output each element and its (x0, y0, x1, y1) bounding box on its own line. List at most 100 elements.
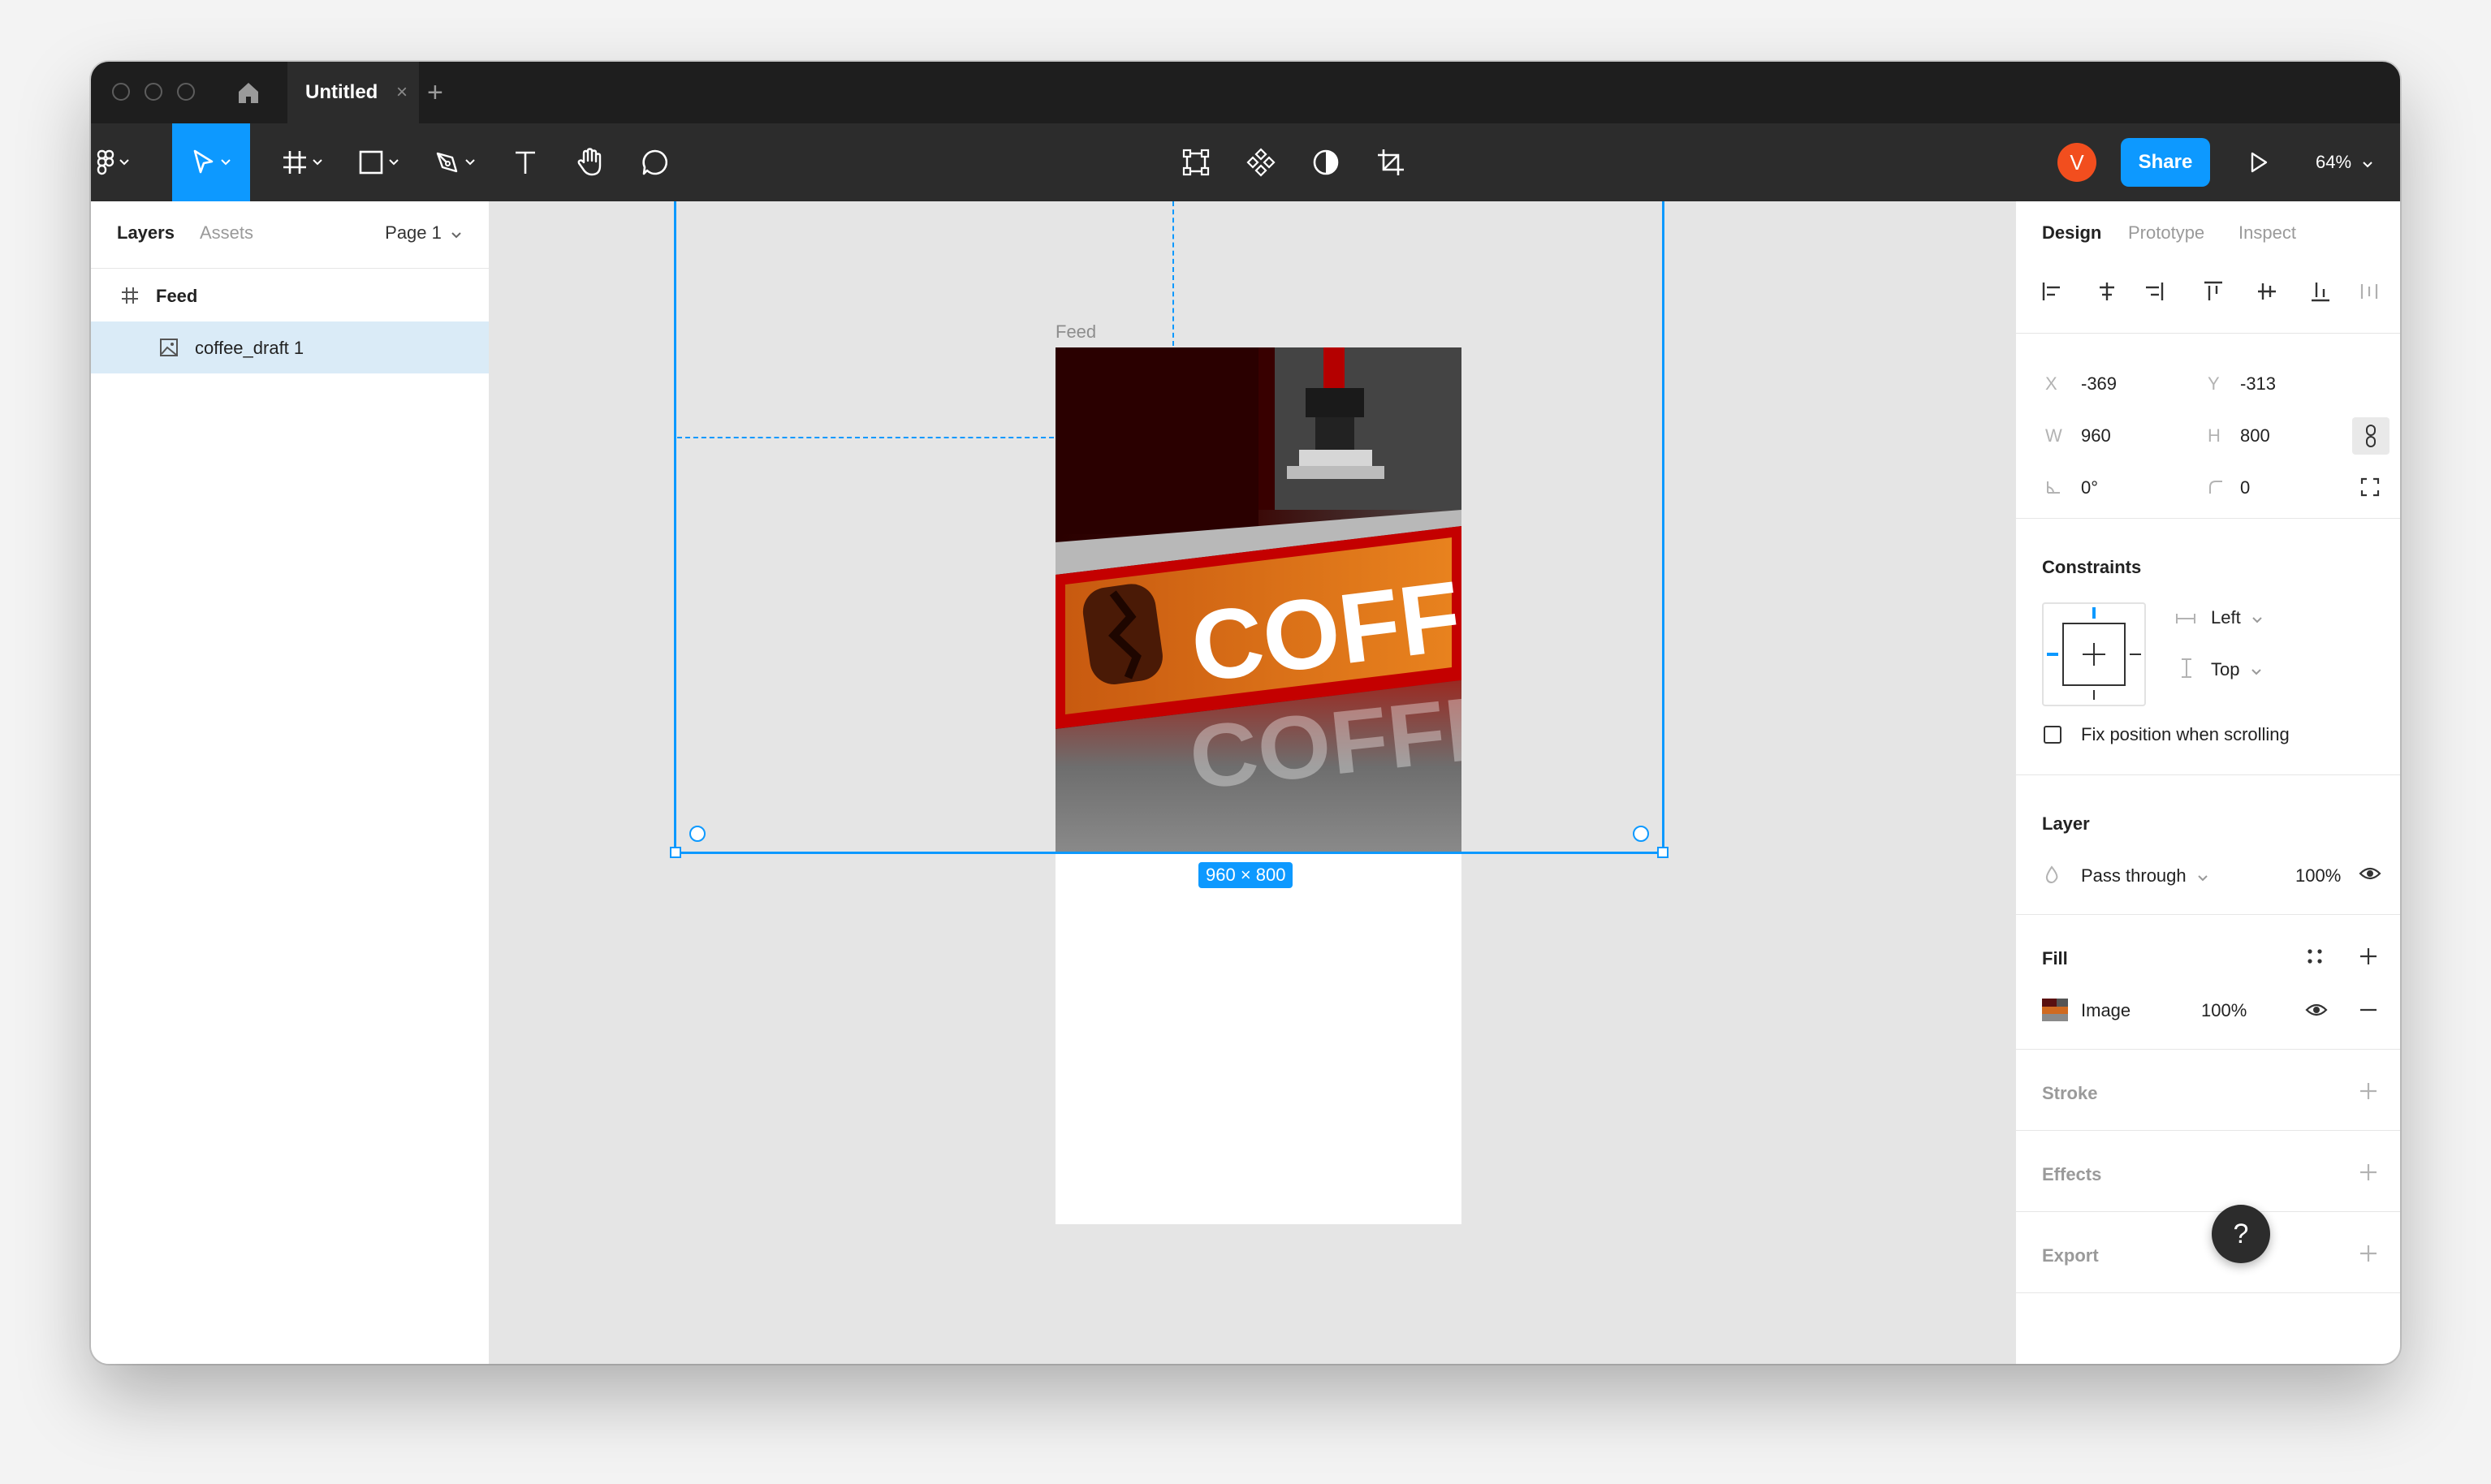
canvas[interactable]: Feed COFFEE COFFEE 960 × 800 (489, 201, 2015, 1364)
figma-menu-button[interactable] (91, 123, 135, 201)
app-window: Untitled × + V Share 64% Layers Assets P… (91, 62, 2400, 1364)
layer-section-title: Layer (2042, 813, 2090, 834)
divider (2016, 774, 2400, 775)
add-export-icon[interactable] (2359, 1244, 2378, 1268)
chevron-down-icon (2251, 669, 2261, 675)
stroke-section-title: Stroke (2042, 1083, 2098, 1103)
chevron-down-icon (2252, 617, 2262, 623)
text-tool-button[interactable] (497, 123, 554, 201)
comment-tool-button[interactable] (627, 123, 684, 201)
shape-tool-button[interactable] (344, 123, 412, 201)
eye-icon[interactable] (2359, 865, 2381, 887)
rotation-input[interactable]: 0° (2081, 477, 2098, 498)
align-left-icon[interactable] (2042, 283, 2060, 300)
styles-icon[interactable] (2305, 947, 2325, 971)
align-right-icon[interactable] (2146, 283, 2164, 300)
new-tab-button[interactable]: + (427, 62, 443, 123)
measurement-guide-vertical (1172, 201, 1174, 346)
effects-section-title: Effects (2042, 1164, 2102, 1184)
fill-image-swatch[interactable] (2042, 999, 2068, 1021)
page-label: Page 1 (385, 222, 442, 243)
layer-row-coffee-draft[interactable]: coffee_draft 1 (91, 321, 489, 373)
fill-opacity-input[interactable]: 100% (2201, 1000, 2247, 1021)
vertical-constraint-value: Top (2211, 659, 2240, 679)
layer-row-feed[interactable]: Feed (91, 270, 489, 321)
divider (2016, 1211, 2400, 1212)
chevron-down-icon (451, 232, 461, 239)
close-tab-icon[interactable]: × (396, 62, 408, 123)
independent-corners-icon[interactable] (2360, 477, 2380, 502)
frame-tool-button[interactable] (268, 123, 336, 201)
image-icon (159, 338, 179, 362)
share-button[interactable]: Share (2121, 138, 2210, 187)
page-selector[interactable]: Page 1 (385, 222, 461, 244)
pen-tool-button[interactable] (421, 123, 489, 201)
properties-panel: Design Prototype Inspect X -369 Y -313 W… (2015, 201, 2400, 1364)
remove-fill-icon[interactable] (2359, 1000, 2378, 1025)
layer-opacity-input[interactable]: 100% (2295, 865, 2341, 887)
home-icon[interactable] (234, 78, 263, 107)
y-input[interactable]: -313 (2240, 373, 2276, 395)
frame-label[interactable]: Feed (1056, 321, 1096, 343)
y-label: Y (2208, 373, 2220, 394)
zoom-dropdown[interactable]: 64% (2316, 123, 2372, 201)
layer-name: Feed (156, 286, 198, 306)
export-section-title: Export (2042, 1245, 2099, 1266)
add-stroke-icon[interactable] (2359, 1081, 2378, 1106)
align-bottom-icon[interactable] (2312, 283, 2329, 302)
constraints-title: Constraints (2042, 557, 2142, 577)
add-effect-icon[interactable] (2359, 1163, 2378, 1187)
user-avatar[interactable]: V (2057, 143, 2096, 182)
eye-icon[interactable] (2305, 1002, 2328, 1023)
add-fill-icon[interactable] (2359, 947, 2378, 971)
move-tool-button[interactable] (172, 123, 250, 201)
mask-button[interactable] (1297, 123, 1354, 201)
tab-design[interactable]: Design (2042, 222, 2101, 244)
rotate-handle-left[interactable] (689, 826, 706, 842)
tab-layers[interactable]: Layers (117, 222, 175, 244)
horizontal-constraint-value: Left (2211, 607, 2241, 628)
resize-handle-bottom-left[interactable] (670, 847, 681, 858)
align-horizontal-center-icon[interactable] (2100, 283, 2114, 300)
fill-type[interactable]: Image (2081, 1000, 2131, 1021)
window-close-button[interactable] (112, 83, 130, 101)
window-minimize-button[interactable] (145, 83, 162, 101)
h-label: H (2208, 425, 2221, 446)
tab-inspect[interactable]: Inspect (2238, 222, 2296, 244)
constrain-proportions-button[interactable] (2352, 417, 2390, 455)
constraint-widget[interactable] (2042, 602, 2146, 706)
distribute-icon[interactable] (2360, 284, 2378, 299)
align-vertical-center-icon[interactable] (2258, 283, 2276, 300)
create-component-button[interactable] (1233, 123, 1289, 201)
tab-prototype[interactable]: Prototype (2128, 222, 2204, 244)
present-button[interactable] (2234, 123, 2283, 201)
fix-position-checkbox[interactable] (2044, 726, 2061, 744)
help-button[interactable]: ? (2212, 1205, 2270, 1263)
frame-icon (282, 149, 308, 175)
crop-button[interactable] (1362, 123, 1419, 201)
corner-radius-input[interactable]: 0 (2240, 477, 2250, 498)
horizontal-constraint-select[interactable]: Left (2211, 607, 2262, 628)
window-zoom-button[interactable] (177, 83, 195, 101)
rotation-icon (2045, 479, 2061, 500)
resize-handle-bottom-right[interactable] (1657, 847, 1669, 858)
chevron-down-icon (465, 159, 475, 166)
chevron-down-icon (119, 159, 129, 166)
edit-object-button[interactable] (1168, 123, 1224, 201)
align-top-icon[interactable] (2204, 281, 2222, 300)
width-input[interactable]: 960 (2081, 425, 2111, 446)
coffee-draft-image[interactable]: COFFEE COFFEE (1056, 347, 1461, 854)
zoom-value: 64% (2316, 152, 2352, 172)
horizontal-constraint-icon (2175, 609, 2196, 630)
height-input[interactable]: 800 (2240, 425, 2270, 446)
edit-object-icon (1182, 149, 1210, 176)
move-icon (192, 149, 216, 176)
blend-mode-select[interactable]: Pass through (2081, 865, 2208, 887)
vertical-constraint-select[interactable]: Top (2211, 659, 2261, 680)
rotate-handle-right[interactable] (1633, 826, 1649, 842)
tab-assets[interactable]: Assets (200, 222, 253, 244)
hand-tool-button[interactable] (562, 123, 619, 201)
file-tab[interactable]: Untitled × (287, 62, 419, 123)
title-bar: Untitled × + (91, 62, 2400, 123)
x-input[interactable]: -369 (2081, 373, 2117, 395)
